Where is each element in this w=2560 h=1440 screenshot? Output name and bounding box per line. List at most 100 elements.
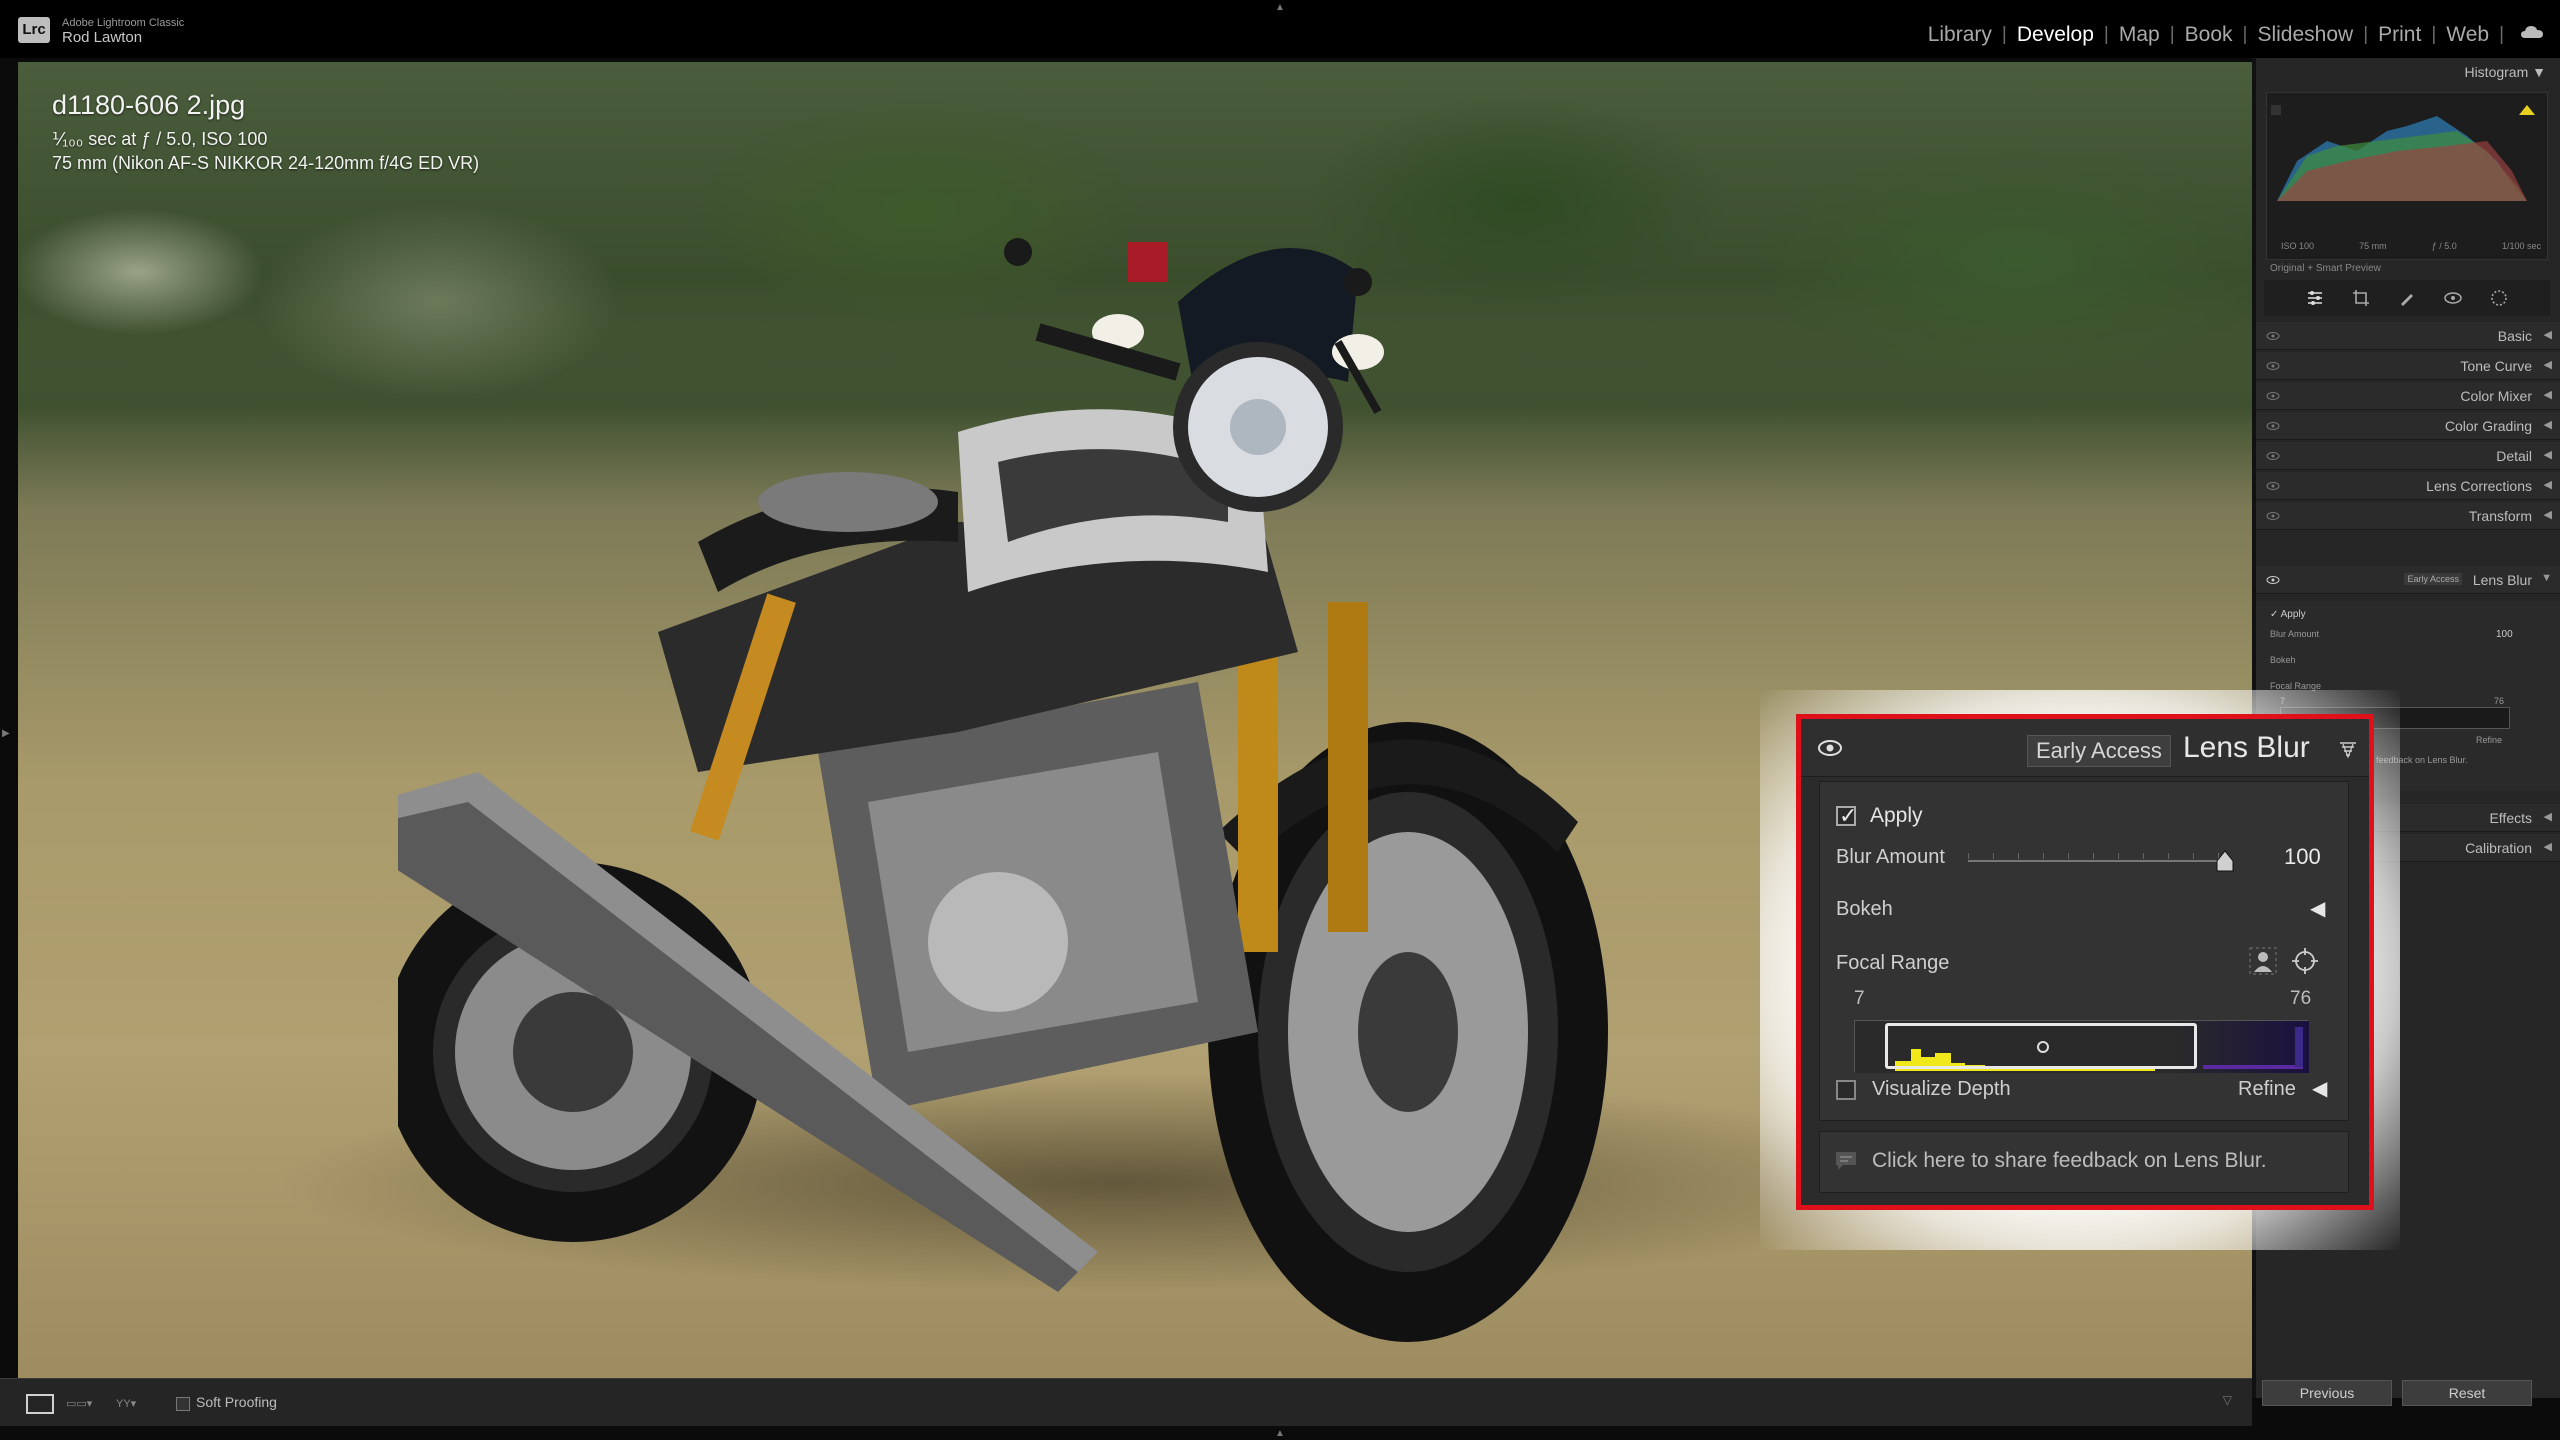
blur-amount-label: Blur Amount [1836,846,1945,868]
left-panel-toggle-icon[interactable]: ▶ [2,728,10,739]
toolbar-menu-chevron-icon[interactable]: ▽ [2223,1393,2232,1407]
blur-amount-slider-thumb[interactable] [2216,850,2234,872]
depth-range-bar[interactable] [1854,1020,2309,1073]
identity-bar: Lrc Adobe Lightroom Classic Rod Lawton ▲… [0,0,2560,58]
panel-basic[interactable]: Basic ◀ [2256,322,2560,350]
eye-icon[interactable] [2266,419,2280,433]
motorcycle-photo [398,238,1608,1342]
collapse-triangle-icon[interactable]: ◀ [2544,810,2552,823]
eye-icon[interactable] [2266,359,2280,373]
collapse-triangle-icon[interactable]: ◀ [2544,508,2552,521]
histogram-header[interactable]: Histogram ▼ [2256,64,2560,84]
module-develop[interactable]: Develop [2007,23,2104,47]
panel-lens-corrections[interactable]: Lens Corrections ◀ [2256,472,2560,500]
panel-detail[interactable]: Detail ◀ [2256,442,2560,470]
crop-icon[interactable] [2351,288,2371,308]
eye-icon[interactable] [2266,389,2280,403]
panel-color-mixer[interactable]: Color Mixer ◀ [2256,382,2560,410]
apply-checkbox[interactable]: ✓ [1836,803,1858,828]
panel-effects-label: Effects [2489,810,2532,826]
histogram[interactable]: ISO 100 75 mm ƒ / 5.0 1/100 sec [2266,92,2548,260]
eye-icon[interactable] [2266,509,2280,523]
collapse-triangle-icon[interactable]: ◀ [2544,840,2552,853]
expand-triangle-icon[interactable]: ▼ [2541,572,2552,584]
red-eye-icon[interactable] [2443,288,2463,308]
focal-range-min: 7 [1854,988,1865,1009]
photo-exposure: ⅟₁₀₀ sec at ƒ / 5.0, ISO 100 [52,129,268,149]
collapse-triangle-icon[interactable]: ◀ [2544,448,2552,461]
app-name: Adobe Lightroom Classic [62,17,185,29]
collapse-triangle-icon[interactable]: ◀ [2544,418,2552,431]
collapse-triangle-icon[interactable]: ◀ [2544,388,2552,401]
collapse-triangle-icon[interactable]: ◀ [2544,358,2552,371]
hist-focal: 75 mm [2359,241,2387,251]
panel-transform[interactable]: Transform ◀ [2256,502,2560,530]
early-access-badge-mini: Early Access [2404,573,2462,585]
edit-sliders-icon[interactable] [2305,288,2325,308]
module-web[interactable]: Web [2436,23,2499,47]
eye-icon[interactable] [2266,479,2280,493]
smart-preview-status[interactable]: Original + Smart Preview [2270,263,2381,274]
loupe-view-icon[interactable] [26,1394,54,1414]
speech-bubble-icon [1836,1152,1856,1170]
module-slideshow[interactable]: Slideshow [2247,23,2363,47]
panel-lens-corrections-label: Lens Corrections [2426,478,2532,494]
panel-color-grading[interactable]: Color Grading ◀ [2256,412,2560,440]
eye-icon[interactable] [2266,573,2280,587]
focus-target-icon[interactable] [2290,946,2320,976]
panel-calibration-label: Calibration [2465,840,2532,856]
focal-range-max: 76 [2290,988,2312,1009]
module-book[interactable]: Book [2175,23,2243,47]
module-print[interactable]: Print [2368,23,2431,47]
compare-view-icon[interactable]: ▭▭▾ [66,1394,96,1414]
top-panel-toggle-icon[interactable]: ▲ [1275,2,1285,13]
masking-icon[interactable] [2489,288,2509,308]
reset-button[interactable]: Reset [2402,1380,2532,1406]
bokeh-expand-triangle-icon[interactable]: ◀ [2310,896,2325,921]
panel-detail-label: Detail [2496,448,2532,464]
photo-lens: 75 mm (Nikon AF-S NIKKOR 24-120mm f/4G E… [52,153,480,173]
bottom-toolbar: ▭▭▾ YY▾ Soft Proofing ▽ [0,1378,2252,1426]
panel-lens-blur-label-mini: Lens Blur [2472,572,2532,588]
panel-bottom-buttons: Previous Reset [2256,1380,2560,1440]
apply-label: Apply [1870,804,1923,827]
healing-brush-icon[interactable] [2397,288,2417,308]
collapse-triangle-icon[interactable]: ◀ [2544,478,2552,491]
filmstrip-toggle-icon[interactable]: ▲ [1275,1428,1285,1439]
previous-button[interactable]: Previous [2262,1380,2392,1406]
panel-tone-curve[interactable]: Tone Curve ◀ [2256,352,2560,380]
module-map[interactable]: Map [2109,23,2170,47]
cloud-sync-icon[interactable] [2520,24,2544,40]
collapse-triangle-icon[interactable]: ◀ [2544,328,2552,341]
panel-basic-label: Basic [2497,328,2532,344]
focal-range-selector[interactable] [1885,1023,2197,1069]
visualize-depth-checkbox[interactable] [1836,1080,1856,1100]
early-access-badge[interactable]: Early Access [2027,735,2171,767]
lens-blur-controls: ✓ Apply Blur Amount 100 Bokeh ◀ Focal Ra… [1819,781,2349,1121]
lens-blur-header[interactable]: Early Access Lens Blur [1801,719,2369,777]
eye-icon[interactable] [2266,449,2280,463]
refine-expand-triangle-icon[interactable]: ◀ [2312,1076,2327,1101]
histogram-graph [2271,105,2535,201]
soft-proofing-checkbox[interactable] [176,1397,190,1411]
subject-focus-icon[interactable] [2248,946,2278,976]
histogram-title: Histogram [2464,64,2529,80]
blur-amount-value[interactable]: 100 [2284,844,2321,870]
lens-blur-callout: Early Access Lens Blur ✓ Apply Blur Amou… [1796,714,2374,1210]
focal-range-label: Focal Range [1836,952,1950,974]
hist-iso: ISO 100 [2281,241,2315,251]
before-after-view-icon[interactable]: YY▾ [116,1394,152,1414]
panel-menu-icon[interactable] [2337,739,2359,761]
panel-color-mixer-label: Color Mixer [2460,388,2532,404]
panel-transform-label: Transform [2468,508,2532,524]
lens-blur-title: Lens Blur [2183,731,2310,764]
eye-icon[interactable] [2266,329,2280,343]
panel-lens-blur-header-mini[interactable]: Early Access Lens Blur ▼ [2256,566,2560,594]
module-library[interactable]: Library [1918,23,2002,47]
feedback-text: Click here to share feedback on Lens Blu… [1872,1149,2267,1172]
refine-label[interactable]: Refine [2238,1078,2296,1101]
eye-icon[interactable] [1817,737,1843,759]
lens-blur-feedback-link[interactable]: Click here to share feedback on Lens Blu… [1819,1131,2349,1193]
blur-amount-slider[interactable] [1968,860,2224,862]
checkmark-icon: ✓ [1839,803,1858,828]
